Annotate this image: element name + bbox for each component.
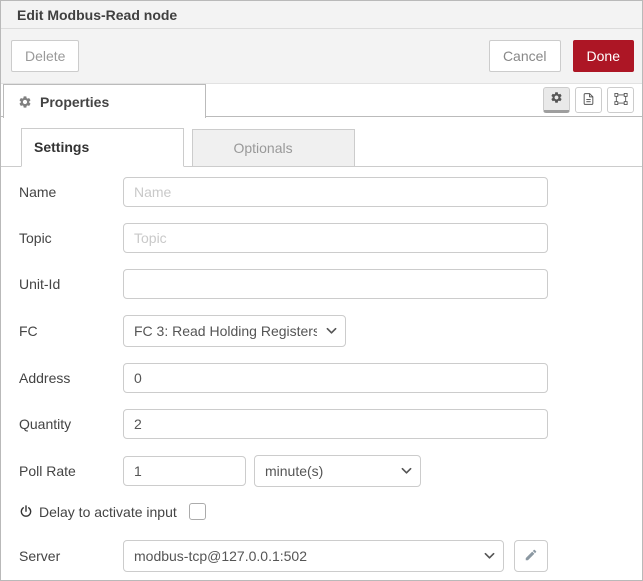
poll-rate-row: Poll Rate minute(s)	[19, 455, 642, 487]
poll-rate-label: Poll Rate	[19, 463, 123, 479]
power-icon	[19, 504, 33, 519]
name-row: Name	[19, 177, 642, 207]
done-button[interactable]: Done	[573, 40, 634, 72]
topic-label: Topic	[19, 230, 123, 246]
tab-settings[interactable]: Settings	[21, 128, 184, 167]
editor-tab-bar: Properties	[1, 84, 642, 117]
settings-tab-bar: Settings Optionals	[1, 128, 642, 167]
unit-id-input[interactable]	[123, 269, 548, 299]
edit-node-dialog: Edit Modbus-Read node Delete Cancel Done…	[0, 0, 643, 581]
quantity-input[interactable]	[123, 409, 548, 439]
settings-form: Name Topic Unit-Id FC FC 3: Read Holding…	[1, 167, 642, 572]
name-input[interactable]	[123, 177, 548, 207]
address-label: Address	[19, 370, 123, 386]
delay-label: Delay to activate input	[39, 504, 177, 520]
quantity-row: Quantity	[19, 409, 642, 439]
delete-button[interactable]: Delete	[11, 40, 79, 72]
fc-row: FC FC 3: Read Holding Registers	[19, 315, 642, 347]
dialog-header: Edit Modbus-Read node	[1, 1, 642, 29]
delay-checkbox[interactable]	[189, 503, 206, 520]
appearance-button[interactable]	[607, 87, 634, 113]
unit-id-row: Unit-Id	[19, 269, 642, 299]
dialog-toolbar: Delete Cancel Done	[1, 29, 642, 84]
topic-row: Topic	[19, 223, 642, 253]
name-label: Name	[19, 184, 123, 200]
tab-properties-label: Properties	[40, 94, 109, 110]
description-button[interactable]	[575, 87, 602, 113]
properties-gear-button[interactable]	[543, 87, 570, 113]
fc-label: FC	[19, 323, 123, 339]
tab-properties[interactable]: Properties	[3, 84, 206, 118]
server-label: Server	[19, 548, 123, 564]
document-icon	[582, 92, 595, 109]
server-select[interactable]: modbus-tcp@127.0.0.1:502	[123, 540, 504, 572]
gear-icon	[18, 95, 32, 109]
dialog-title: Edit Modbus-Read node	[17, 7, 177, 23]
pencil-icon	[524, 548, 538, 565]
appearance-icon	[614, 92, 628, 109]
gear-icon	[550, 91, 563, 107]
topic-input[interactable]	[123, 223, 548, 253]
delay-row: Delay to activate input	[19, 503, 642, 520]
cancel-button[interactable]: Cancel	[489, 40, 561, 72]
tab-optionals[interactable]: Optionals	[192, 129, 355, 167]
edit-server-button[interactable]	[514, 540, 548, 572]
editor-tab-buttons	[543, 87, 634, 113]
address-input[interactable]	[123, 363, 548, 393]
address-row: Address	[19, 363, 642, 393]
poll-rate-unit-select[interactable]: minute(s)	[254, 455, 421, 487]
unit-id-label: Unit-Id	[19, 276, 123, 292]
server-row: Server modbus-tcp@127.0.0.1:502	[19, 540, 642, 572]
fc-select[interactable]: FC 3: Read Holding Registers	[123, 315, 346, 347]
quantity-label: Quantity	[19, 416, 123, 432]
poll-rate-input[interactable]	[123, 456, 246, 486]
